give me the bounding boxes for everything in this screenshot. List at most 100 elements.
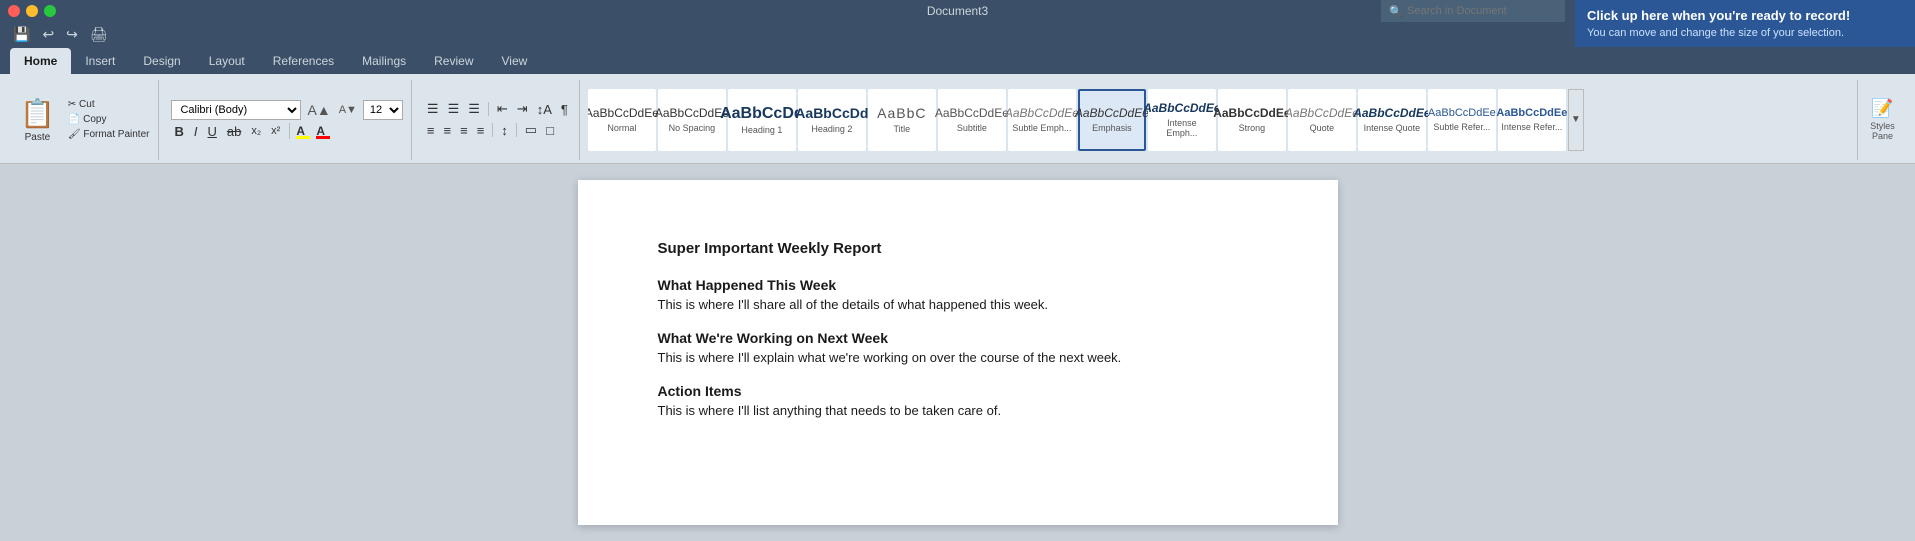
style-subtitle[interactable]: AaBbCcDdEe Subtitle	[938, 89, 1006, 151]
style-normal-preview: AaBbCcDdEe	[588, 106, 659, 120]
tab-review[interactable]: Review	[420, 48, 487, 74]
cut-button[interactable]: ✂ Cut	[65, 98, 153, 111]
style-strong-label: Strong	[1239, 123, 1266, 133]
document-title: Super Important Weekly Report	[658, 240, 1258, 257]
style-normal[interactable]: AaBbCcDdEe Normal	[588, 89, 656, 151]
borders-button[interactable]: □	[543, 122, 557, 139]
document-area: Super Important Weekly Report What Happe…	[0, 164, 1915, 541]
minimize-button[interactable]	[26, 5, 38, 17]
paste-label: Paste	[25, 132, 51, 143]
style-heading1-label: Heading 1	[741, 125, 782, 135]
font-size-select[interactable]: 12	[363, 100, 403, 120]
paste-icon: 📋	[20, 97, 55, 130]
window-title: Document3	[927, 4, 988, 18]
subscript-button[interactable]: x₂	[248, 124, 264, 138]
style-quote-preview: AaBbCcDdEe	[1285, 106, 1359, 120]
style-heading2-label: Heading 2	[811, 124, 852, 134]
section-body-2: This is where I'll explain what we're wo…	[658, 350, 1258, 365]
styles-scroll-down[interactable]: ▼	[1568, 89, 1584, 151]
increase-indent-button[interactable]: ⇥	[514, 100, 531, 118]
style-subtle-emphasis[interactable]: AaBbCcDdEe Subtle Emph...	[1008, 89, 1076, 151]
ribbon-tabs: Home Insert Design Layout References Mai…	[0, 46, 1915, 74]
font-grow-button[interactable]: A▲	[305, 102, 332, 118]
style-heading1[interactable]: AaBbCcDd Heading 1	[728, 89, 796, 151]
style-title[interactable]: AaBbC Title	[868, 89, 936, 151]
styles-gallery: AaBbCcDdEe Normal AaBbCcDdEe No Spacing …	[588, 89, 1849, 151]
paste-button[interactable]: 📋 Paste	[14, 82, 61, 158]
style-heading2[interactable]: AaBbCcDd Heading 2	[798, 89, 866, 151]
style-intense-emphasis[interactable]: AaBbCcDdEe Intense Emph...	[1148, 89, 1216, 151]
tab-references[interactable]: References	[259, 48, 348, 74]
styles-pane-label: StylesPane	[1870, 121, 1895, 141]
style-intense-quote-label: Intense Quote	[1364, 123, 1421, 133]
qa-undo-button[interactable]: ↩	[39, 26, 57, 43]
font-color[interactable]: A	[316, 124, 330, 139]
tab-view[interactable]: View	[488, 48, 542, 74]
tab-mailings[interactable]: Mailings	[348, 48, 420, 74]
italic-button[interactable]: I	[191, 123, 201, 140]
search-input[interactable]	[1407, 5, 1557, 17]
style-intense-quote-preview: AaBbCcDdEe	[1353, 106, 1430, 120]
style-no-spacing-preview: AaBbCcDdEe	[655, 106, 729, 120]
document-page[interactable]: Super Important Weekly Report What Happe…	[578, 180, 1338, 525]
text-highlight-color[interactable]: A	[296, 124, 310, 139]
tab-design[interactable]: Design	[129, 48, 194, 74]
clipboard-section: 📋 Paste ✂ Cut 📄 Copy 🖌 Format Painter	[8, 80, 159, 160]
font-shrink-button[interactable]: A▼	[337, 104, 359, 116]
style-subtle-emphasis-preview: AaBbCcDdEe	[1005, 106, 1079, 120]
style-strong[interactable]: AaBbCcDdEe Strong	[1218, 89, 1286, 151]
show-hide-button[interactable]: ¶	[558, 101, 571, 118]
window-controls	[8, 5, 56, 17]
style-intense-emphasis-label: Intense Emph...	[1151, 118, 1213, 138]
tooltip-title: Click up here when you're ready to recor…	[1587, 8, 1903, 23]
decrease-indent-button[interactable]: ⇤	[494, 100, 511, 118]
style-subtitle-preview: AaBbCcDdEe	[935, 106, 1009, 120]
styles-section: AaBbCcDdEe Normal AaBbCcDdEe No Spacing …	[584, 80, 1853, 160]
style-intense-quote[interactable]: AaBbCcDdEe Intense Quote	[1358, 89, 1426, 151]
close-button[interactable]	[8, 5, 20, 17]
tooltip-box: Click up here when you're ready to recor…	[1575, 0, 1915, 47]
qa-save-button[interactable]: 💾	[10, 26, 33, 43]
strikethrough-button[interactable]: ab	[224, 123, 244, 140]
bold-button[interactable]: B	[171, 123, 186, 140]
style-subtle-ref[interactable]: AaBbCcDdEe Subtle Refer...	[1428, 89, 1496, 151]
style-quote[interactable]: AaBbCcDdEe Quote	[1288, 89, 1356, 151]
justify-button[interactable]: ≡	[474, 122, 488, 139]
font-family-select[interactable]: Calibri (Body)	[171, 100, 301, 120]
style-no-spacing[interactable]: AaBbCcDdEe No Spacing	[658, 89, 726, 151]
bullets-button[interactable]: ☰	[424, 100, 442, 118]
style-strong-preview: AaBbCcDdEe	[1213, 106, 1290, 120]
tab-home[interactable]: Home	[10, 48, 71, 74]
style-quote-label: Quote	[1310, 123, 1335, 133]
tab-insert[interactable]: Insert	[71, 48, 129, 74]
title-bar: Document3 👤 🔍 Click up here when you're …	[0, 0, 1915, 22]
format-painter-button[interactable]: 🖌 Format Painter	[65, 128, 153, 141]
styles-pane-button[interactable]: 📝 StylesPane	[1857, 80, 1907, 160]
style-subtle-ref-label: Subtle Refer...	[1433, 122, 1490, 132]
qa-print-button[interactable]: 🖨	[87, 26, 111, 43]
copy-button[interactable]: 📄 Copy	[65, 113, 153, 126]
style-intense-ref[interactable]: AaBbCcDdEe Intense Refer...	[1498, 89, 1566, 151]
style-no-spacing-label: No Spacing	[669, 123, 716, 133]
style-emphasis[interactable]: AaBbCcDdEe Emphasis	[1078, 89, 1146, 151]
style-emphasis-label: Emphasis	[1092, 123, 1132, 133]
align-right-button[interactable]: ≡	[457, 122, 471, 139]
style-title-preview: AaBbC	[877, 105, 926, 122]
paragraph-section: ☰ ☰ ☰ ⇤ ⇥ ↕A ¶ ≡ ≡ ≡ ≡ ↕ ▭ □	[416, 80, 580, 160]
style-subtle-ref-preview: AaBbCcDdEe	[1428, 107, 1496, 120]
sort-button[interactable]: ↕A	[534, 101, 555, 118]
tab-layout[interactable]: Layout	[195, 48, 259, 74]
font-row-1: Calibri (Body) A▲ A▼ 12	[171, 100, 402, 120]
numbering-button[interactable]: ☰	[445, 100, 463, 118]
section-heading-2: What We're Working on Next Week	[658, 330, 1258, 346]
align-center-button[interactable]: ≡	[441, 122, 455, 139]
qa-redo-button[interactable]: ↪	[63, 26, 81, 43]
align-left-button[interactable]: ≡	[424, 122, 438, 139]
line-spacing-button[interactable]: ↕	[498, 122, 511, 139]
multilevel-list-button[interactable]: ☰	[465, 100, 483, 118]
style-emphasis-preview: AaBbCcDdEe	[1075, 106, 1149, 120]
maximize-button[interactable]	[44, 5, 56, 17]
superscript-button[interactable]: x²	[268, 124, 283, 138]
shading-button[interactable]: ▭	[522, 121, 540, 139]
underline-button[interactable]: U	[205, 123, 220, 140]
